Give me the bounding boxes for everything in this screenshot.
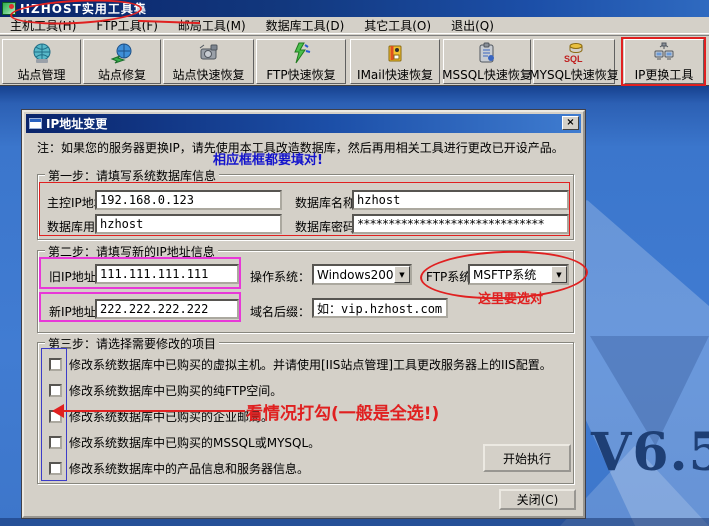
toolbar-button-site-quick-restore[interactable]: 站点快速恢复 [163,39,254,84]
app-icon [2,2,16,15]
sql-icon: SQL [562,41,586,65]
db-name-input[interactable] [352,190,569,210]
step1-legend: 第一步：请填写系统数据库信息 [45,167,220,184]
checkbox-label: 修改系统数据库中的产品信息和服务器信息。 [69,462,310,476]
db-pass-input[interactable] [352,214,569,234]
toolbar-button-label: 站点管理 [17,67,66,82]
menu-item-ftp-tools[interactable]: FTP工具(F) [86,16,168,35]
lightning-icon [289,41,313,65]
machine-icon [197,41,221,65]
db-pass-label: 数据库密码 [295,220,356,234]
globe-repair-icon [110,41,134,65]
checkbox-label: 修改系统数据库中已购买的虚拟主机。并请使用[IIS站点管理]工具更改服务器上的I… [69,358,552,372]
checkbox-label: 修改系统数据库中已购买的MSSQL或MYSQL。 [69,436,321,450]
window-title-bar[interactable]: HZHOST实用工具集 [0,0,709,17]
old-ip-input[interactable] [95,264,239,284]
toolbar-button-label: IP更换工具 [634,67,694,82]
screen: V6.5 ange the HZHOST实用工具集 主机工具(H) FTP工具(… [0,0,709,526]
execute-button[interactable]: 开始执行 [483,444,571,472]
globe-icon [30,41,54,65]
checkbox-row-product-info: 修改系统数据库中的产品信息和服务器信息。 [49,460,309,477]
checkbox-row-mail-office: 修改系统数据库中已购买的企业邮局。 [49,408,273,425]
product-info-checkbox[interactable] [49,462,62,475]
toolbar-button-site-manage[interactable]: 站点管理 [2,39,81,84]
mail-icon [383,41,407,65]
db-name-label: 数据库名称 [295,196,356,210]
toolbar-button-ip-change-tool[interactable]: IP更换工具 [624,39,704,84]
os-label: 操作系统： [250,270,311,284]
svg-text:SQL: SQL [564,54,583,64]
background-version-text: V6.5 [591,422,709,483]
clipboard-icon [475,41,499,65]
window-title: HZHOST实用工具集 [20,2,147,16]
mssql-mysql-checkbox[interactable] [49,436,62,449]
checkbox-row-mssql-mysql: 修改系统数据库中已购买的MSSQL或MYSQL。 [49,434,320,451]
dialog-note: 注：如果您的服务器更换IP，请先使用本工具改造数据库，然后再用相关工具进行更改已… [37,141,564,155]
toolbar-button-label: 站点修复 [97,67,146,82]
toolbar-button-ftp-quick-restore[interactable]: FTP快速恢复 [256,39,346,84]
background-bottom-strip [0,518,709,526]
toolbar-button-label: 站点快速恢复 [172,67,245,82]
toolbar-button-site-repair[interactable]: 站点修复 [83,39,161,84]
ftp-system-select-value: MSFTP系统 [473,268,537,282]
step3-legend: 第三步：请选择需要修改的项目 [45,335,220,352]
menu-item-other-tools[interactable]: 其它工具(O) [354,16,441,35]
checkbox-row-ftp-space: 修改系统数据库中已购买的纯FTP空间。 [49,382,282,399]
checkbox-label: 修改系统数据库中已购买的纯FTP空间。 [69,384,283,398]
ip-change-dialog: IP地址变更 × 注：如果您的服务器更换IP，请先使用本工具改造数据库，然后再用… [22,110,585,518]
checkbox-label: 修改系统数据库中已购买的企业邮局。 [69,410,274,424]
ftp-system-select[interactable]: MSFTP系统 ▼ [468,264,569,285]
close-button[interactable]: 关闭(C) [499,489,576,510]
chevron-down-icon[interactable]: ▼ [394,266,410,283]
os-select[interactable]: Windows2003 ▼ [312,264,412,285]
computers-icon [652,41,676,65]
menu-bar: 主机工具(H) FTP工具(F) 邮局工具(M) 数据库工具(D) 其它工具(O… [0,17,709,34]
menu-item-exit[interactable]: 退出(Q) [441,16,504,35]
dialog-title: IP地址变更 [46,117,108,131]
toolbar-button-label: MYSQL快速恢复 [529,67,619,82]
toolbar: 站点管理 站点修复 站点快速恢复 FTP快速恢复 IMail快速恢复 MSSQL… [0,35,709,86]
checkbox-row-virtual-host: 修改系统数据库中已购买的虚拟主机。并请使用[IIS站点管理]工具更改服务器上的I… [49,356,552,373]
dialog-icon [29,118,42,129]
menu-item-mail-tools[interactable]: 邮局工具(M) [168,16,256,35]
toolbar-button-label: FTP快速恢复 [266,67,336,82]
db-user-input[interactable] [95,214,282,234]
step2-groupbox: 第二步：请填写新的IP地址信息 [37,243,574,333]
toolbar-button-label: IMail快速恢复 [357,67,433,82]
ftp-space-checkbox[interactable] [49,384,62,397]
ftp-system-label: FTP系统 [426,270,472,284]
toolbar-button-imail-quick-restore[interactable]: IMail快速恢复 [350,39,440,84]
toolbar-button-label: MSSQL快速恢复 [442,67,532,82]
master-ip-input[interactable] [95,190,282,210]
menu-item-host-tools[interactable]: 主机工具(H) [0,16,86,35]
os-select-value: Windows2003 [317,267,394,282]
step2-legend: 第二步：请填写新的IP地址信息 [45,243,218,260]
toolbar-button-mssql-quick-restore[interactable]: MSSQL快速恢复 [442,39,532,84]
close-icon[interactable]: × [562,116,579,130]
menu-item-database-tools[interactable]: 数据库工具(D) [256,16,355,35]
new-ip-input[interactable] [95,299,239,319]
toolbar-button-mysql-quick-restore[interactable]: SQL MYSQL快速恢复 [529,39,619,84]
chevron-down-icon[interactable]: ▼ [551,266,567,283]
mail-office-checkbox[interactable] [49,410,62,423]
dialog-title-bar[interactable]: IP地址变更 [26,114,581,133]
domain-suffix-input[interactable] [312,298,448,318]
virtual-host-checkbox[interactable] [49,358,62,371]
domain-suffix-label: 域名后缀： [250,305,311,319]
